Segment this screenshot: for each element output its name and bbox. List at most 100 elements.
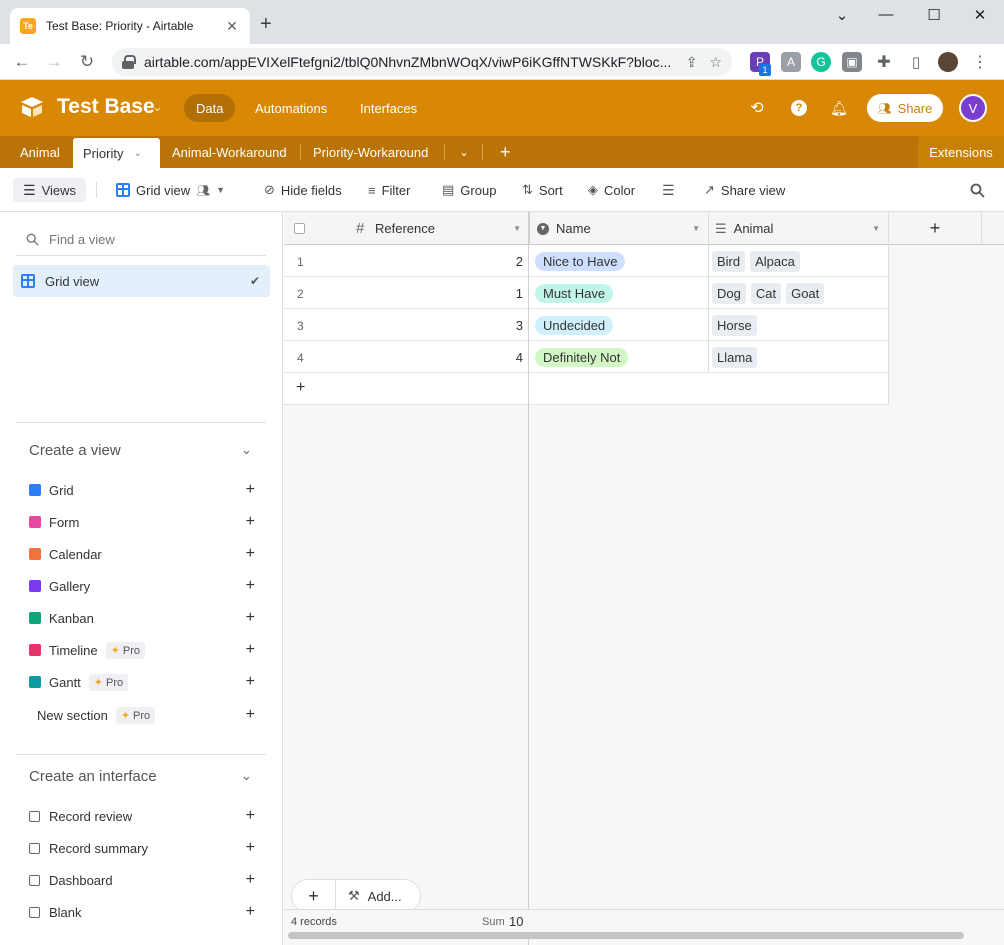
share-page-icon[interactable]: ⇪: [686, 54, 698, 71]
share-view-button[interactable]: ↗ Share view: [704, 178, 785, 202]
add-table-icon[interactable]: +: [490, 136, 521, 168]
add-field-button[interactable]: +: [889, 212, 982, 245]
group-button[interactable]: ▤ Group: [442, 178, 496, 202]
reload-icon[interactable]: ↻: [75, 50, 99, 74]
hide-fields-button[interactable]: ⊘ Hide fields: [264, 178, 342, 202]
extension-stack-icon[interactable]: ▣: [842, 52, 862, 72]
add-row-area[interactable]: [529, 373, 888, 405]
add-record-plus-icon[interactable]: +: [292, 879, 336, 913]
tab-animal[interactable]: Animal: [10, 136, 70, 168]
reference-cell[interactable]: 3: [516, 318, 523, 333]
create-new-section[interactable]: New section ✦ Pro +: [37, 703, 259, 727]
find-view-input[interactable]: Find a view: [16, 224, 266, 256]
base-menu-chevron-icon[interactable]: ⌄: [152, 99, 163, 115]
sort-button[interactable]: ⇅ Sort: [522, 178, 563, 202]
column-menu-icon[interactable]: ▼: [872, 224, 880, 233]
create-calendar-view[interactable]: Calendar +: [29, 542, 259, 566]
animal-cell[interactable]: Horse: [709, 309, 889, 341]
table-row[interactable]: Definitely Not Llama: [529, 341, 888, 373]
linked-record-chip[interactable]: Bird: [712, 250, 746, 272]
table-row[interactable]: Undecided Horse: [529, 309, 888, 341]
sidebar-item-grid-view[interactable]: Grid view ✔: [13, 265, 270, 297]
animal-cell[interactable]: Llama: [709, 341, 889, 373]
close-tab-icon[interactable]: ✕: [224, 18, 240, 35]
forward-icon[interactable]: →: [42, 50, 66, 74]
linked-record-chip[interactable]: Dog: [712, 282, 746, 304]
nav-data[interactable]: Data: [184, 94, 236, 122]
linked-record-chip[interactable]: Horse: [712, 314, 757, 336]
create-gantt-view[interactable]: Gantt ✦ Pro +: [29, 670, 259, 694]
column-menu-icon[interactable]: ▼: [513, 224, 521, 233]
extension-translate-icon[interactable]: A: [781, 52, 801, 72]
add-options-button[interactable]: Add...: [368, 889, 402, 904]
animal-cell[interactable]: Dog Cat Goat: [709, 277, 889, 309]
name-cell[interactable]: Must Have: [529, 277, 709, 309]
new-tab-icon[interactable]: +: [260, 14, 272, 34]
minimize-icon[interactable]: —: [876, 6, 896, 23]
nav-interfaces[interactable]: Interfaces: [348, 94, 429, 122]
browser-menu-icon[interactable]: ⋮: [970, 52, 990, 72]
create-record-summary[interactable]: Record summary +: [29, 836, 259, 860]
name-cell[interactable]: Definitely Not: [529, 341, 709, 373]
help-icon[interactable]: ?: [789, 98, 809, 118]
user-avatar[interactable]: V: [959, 94, 987, 122]
notifications-bell-icon[interactable]: 🔔︎: [829, 98, 849, 118]
reference-cell[interactable]: 2: [516, 254, 523, 269]
sum-label[interactable]: Sum: [482, 916, 505, 928]
extensions-button[interactable]: Extensions: [918, 136, 1004, 168]
create-gallery-view[interactable]: Gallery +: [29, 574, 259, 598]
add-row-button[interactable]: +: [284, 373, 529, 405]
reference-cell[interactable]: 4: [516, 350, 523, 365]
history-icon[interactable]: ⟲: [747, 98, 767, 118]
base-name[interactable]: Test Base: [57, 95, 155, 119]
linked-record-chip[interactable]: Llama: [712, 346, 758, 368]
create-form-view[interactable]: Form +: [29, 510, 259, 534]
search-icon[interactable]: [970, 178, 985, 202]
bookmark-star-icon[interactable]: ☆: [709, 54, 722, 71]
linked-record-chip[interactable]: Alpaca: [750, 250, 800, 272]
sum-value[interactable]: 10: [509, 914, 523, 929]
tab-search-chevron-icon[interactable]: ⌄: [832, 6, 852, 24]
create-blank[interactable]: Blank +: [29, 900, 259, 924]
animal-cell[interactable]: Bird Alpaca: [709, 245, 889, 277]
create-interface-heading[interactable]: Create an interface: [29, 768, 157, 785]
create-timeline-view[interactable]: Timeline ✦ Pro +: [29, 638, 259, 662]
name-column-header[interactable]: ▼ Name ▼: [529, 212, 709, 245]
extensions-puzzle-icon[interactable]: ✚: [874, 52, 894, 72]
reference-cell[interactable]: 1: [516, 286, 523, 301]
create-kanban-view[interactable]: Kanban +: [29, 606, 259, 630]
table-row[interactable]: Nice to Have Bird Alpaca: [529, 245, 888, 277]
horizontal-scrollbar[interactable]: [288, 932, 964, 939]
tab-animal-workaround[interactable]: Animal-Workaround: [162, 136, 297, 168]
row-height-button[interactable]: ☰: [662, 178, 675, 202]
name-cell[interactable]: Undecided: [529, 309, 709, 341]
linked-record-chip[interactable]: Cat: [750, 282, 782, 304]
browser-tab[interactable]: Te Test Base: Priority - Airtable ✕: [10, 8, 250, 44]
create-view-heading[interactable]: Create a view: [29, 442, 121, 459]
maximize-icon[interactable]: ☐: [924, 6, 944, 24]
reference-column-header[interactable]: # Reference ▼: [284, 212, 529, 245]
profile-avatar-icon[interactable]: [938, 52, 958, 72]
views-toggle-button[interactable]: ☰ Views: [13, 178, 87, 202]
linked-record-chip[interactable]: Goat: [786, 282, 825, 304]
create-dashboard[interactable]: Dashboard +: [29, 868, 259, 892]
chevron-down-icon[interactable]: ⌄: [241, 442, 252, 458]
base-logo-icon[interactable]: [20, 96, 44, 118]
create-grid-view[interactable]: Grid +: [29, 478, 259, 502]
tab-chevron-down-icon[interactable]: ⌄: [133, 148, 141, 159]
share-button[interactable]: 👥︎ Share: [867, 94, 943, 122]
window-close-icon[interactable]: ✕: [970, 6, 990, 24]
back-icon[interactable]: ←: [10, 50, 34, 74]
side-panel-icon[interactable]: ▯: [906, 52, 926, 72]
table-row[interactable]: 2 1: [284, 277, 529, 309]
address-bar[interactable]: airtable.com/appEVIXelFtefgni2/tblQ0Nhvn…: [112, 48, 732, 76]
tab-priority[interactable]: Priority ⌄: [73, 138, 160, 168]
view-switcher[interactable]: Grid view 👥︎ ▼: [116, 178, 225, 202]
select-all-checkbox[interactable]: [294, 223, 305, 234]
table-row[interactable]: Must Have Dog Cat Goat: [529, 277, 888, 309]
animal-column-header[interactable]: ☰ Animal ▼: [709, 212, 889, 245]
chevron-down-icon[interactable]: ⌄: [241, 768, 252, 784]
frozen-column-divider[interactable]: [528, 212, 529, 945]
table-row[interactable]: 4 4: [284, 341, 529, 373]
create-record-review[interactable]: Record review +: [29, 804, 259, 828]
